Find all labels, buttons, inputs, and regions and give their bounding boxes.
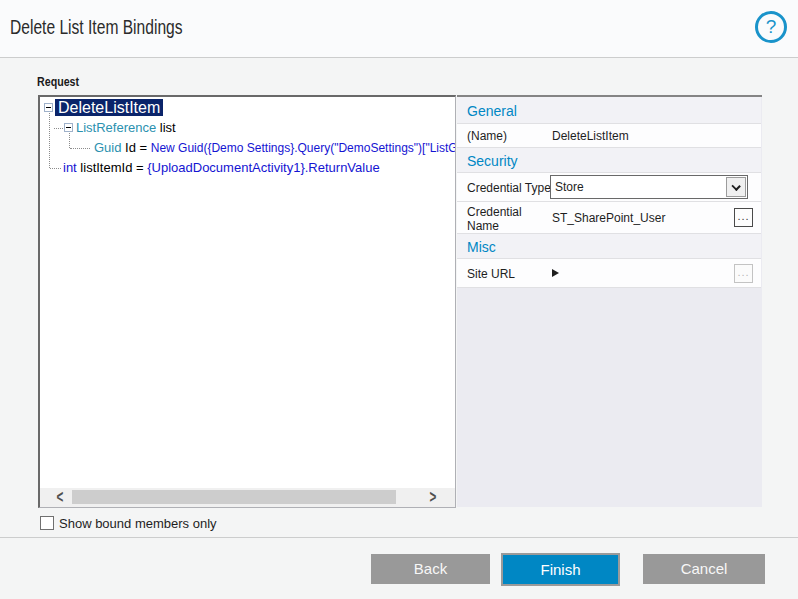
scrollbar-thumb[interactable] (72, 490, 396, 504)
section-misc-header: Misc (467, 239, 496, 255)
dropdown-button[interactable] (726, 177, 746, 197)
tree-line-root-vertical (49, 113, 50, 168)
section-misc: Misc (457, 234, 761, 259)
show-bound-members-label: Show bound members only (59, 516, 217, 531)
help-icon[interactable]: ? (755, 11, 787, 43)
node-value: New Guid({Demo Settings}.Query("DemoSett… (151, 141, 455, 155)
tree-line-node2-vertical (69, 133, 70, 148)
horizontal-scrollbar[interactable]: < > (40, 488, 455, 507)
credential-name-label: CredentialName (467, 205, 522, 233)
request-label: Request (37, 74, 79, 89)
section-general-header: General (467, 103, 517, 119)
section-security-header: Security (467, 153, 518, 169)
section-general: General (457, 97, 761, 124)
chevron-down-icon (731, 182, 740, 191)
row-name[interactable]: (Name) DeleteListItem (457, 124, 761, 148)
node-name: list (160, 120, 176, 135)
scroll-left-icon[interactable]: < (56, 486, 63, 506)
name-value: DeleteListItem (552, 129, 629, 143)
node-name: listItemId = (80, 160, 147, 175)
tree-viewport: DeleteListItem ListReference list Guid I… (40, 97, 455, 488)
row-site-url[interactable]: Site URL ... (457, 259, 761, 288)
tree-node-root-selected[interactable]: DeleteListItem (55, 99, 163, 116)
tree-collapse-toggle-listreference[interactable] (64, 123, 73, 132)
tree-collapse-toggle-root[interactable] (44, 103, 53, 112)
credential-name-value: ST_SharePoint_User (552, 211, 665, 225)
node-name: Id = (125, 140, 151, 155)
tree-node-listreference[interactable]: ListReference list (76, 120, 176, 136)
properties-panel: General (Name) DeleteListItem Security C… (457, 95, 762, 507)
node-value: {UploadDocumentActivity1}.ReturnValue (147, 160, 379, 175)
tree-line-node2-stub (54, 128, 63, 129)
expand-arrow-icon[interactable] (552, 269, 559, 277)
tree-node-guid-id[interactable]: Guid Id = New Guid({Demo Settings}.Query… (94, 140, 455, 156)
bindings-dialog: Delete List Item Bindings ? Request Dele… (0, 0, 798, 599)
back-button[interactable]: Back (371, 554, 490, 584)
node-type: int (63, 160, 77, 175)
site-url-browse-button[interactable]: ... (734, 264, 753, 283)
tree-node-listitemid[interactable]: int listItemId = {UploadDocumentActivity… (63, 160, 380, 176)
credential-name-browse-button[interactable]: ... (734, 208, 753, 227)
finish-button[interactable]: Finish (501, 553, 620, 586)
dialog-title: Delete List Item Bindings (10, 16, 183, 39)
node-type: Guid (94, 140, 121, 155)
node-type: ListReference (76, 120, 156, 135)
tree-line-node3-stub (70, 148, 90, 149)
name-label: (Name) (467, 129, 507, 143)
cancel-button[interactable]: Cancel (643, 554, 765, 584)
credential-type-value: Store (555, 180, 584, 194)
site-url-label: Site URL (467, 267, 515, 281)
tree-line-node4-stub (50, 168, 61, 169)
bindings-tree: DeleteListItem ListReference list Guid I… (38, 95, 456, 508)
credential-type-dropdown[interactable]: Store (550, 175, 748, 199)
row-credential-type: Credential Type Store (457, 173, 761, 202)
dialog-header: Delete List Item Bindings ? (0, 0, 798, 58)
row-credential-name[interactable]: CredentialName ST_SharePoint_User ... (457, 202, 761, 234)
section-security: Security (457, 148, 761, 173)
show-bound-members-checkbox[interactable] (40, 516, 54, 530)
footer-divider (0, 537, 798, 538)
credential-type-label: Credential Type (467, 181, 551, 195)
scroll-right-icon[interactable]: > (430, 486, 437, 506)
